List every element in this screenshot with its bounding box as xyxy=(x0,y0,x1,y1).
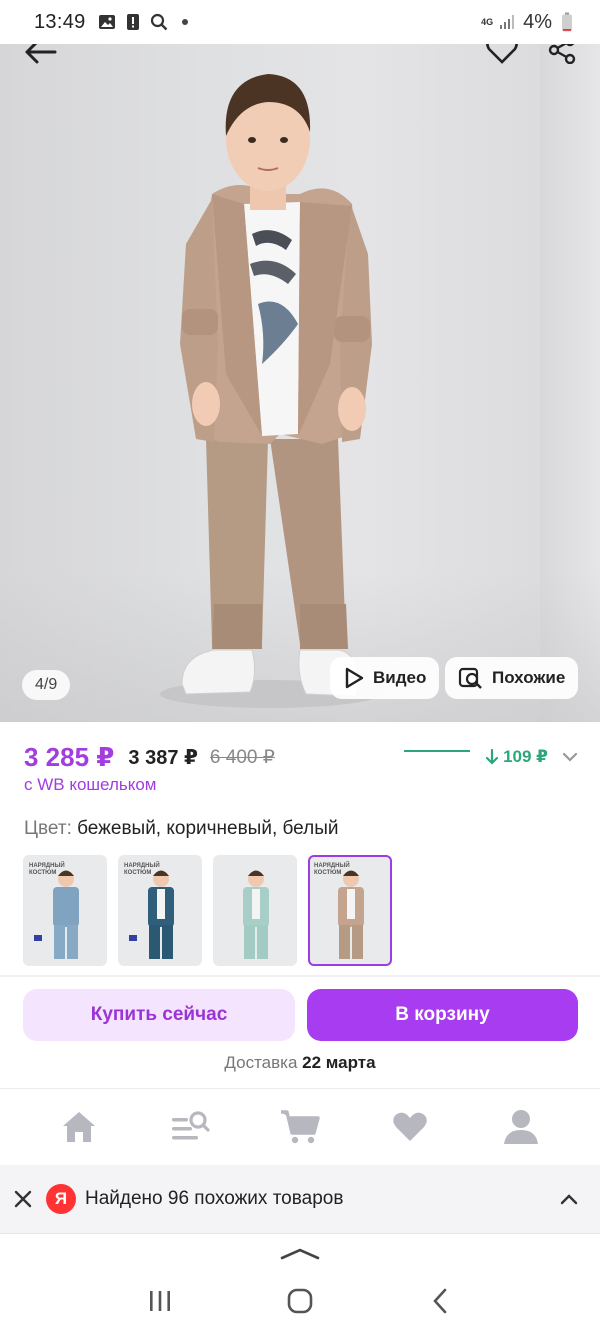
price-row: 3 285 ₽ 3 387 ₽ 6 400 ₽ 109 ₽ xyxy=(24,740,578,774)
chevron-up-icon[interactable] xyxy=(558,1188,580,1210)
profile-icon xyxy=(502,1108,540,1146)
recent-apps-icon[interactable] xyxy=(140,1286,180,1316)
nav-catalog[interactable] xyxy=(160,1102,220,1152)
product-gallery[interactable]: 4/9 Видео Похожие xyxy=(0,44,600,722)
wallet-note[interactable]: с WB кошельком xyxy=(24,775,157,795)
price-trend-line xyxy=(404,750,471,752)
home-icon xyxy=(61,1110,97,1144)
close-icon[interactable] xyxy=(14,1190,32,1208)
back-arrow-icon[interactable] xyxy=(18,44,62,74)
color-variant-blue[interactable]: НАРЯДНЫЙ КОСТЮМ xyxy=(23,855,107,966)
color-variant-navy[interactable]: НАРЯДНЫЙ КОСТЮМ xyxy=(118,855,202,966)
color-label: Цвет: xyxy=(24,818,72,839)
search-icon xyxy=(150,13,168,31)
drag-handle-icon[interactable] xyxy=(280,1246,320,1260)
color-variants: НАРЯДНЫЙ КОСТЮМ НАРЯДНЫЙ КОСТЮМ НАРЯДНЫЙ… xyxy=(23,855,392,966)
yandex-similar-banner[interactable]: Я Найдено 96 похожих товаров xyxy=(0,1165,600,1233)
system-back-icon[interactable] xyxy=(420,1286,460,1316)
share-icon[interactable] xyxy=(540,44,584,72)
yandex-logo: Я xyxy=(46,1184,76,1214)
color-line: Цвет: бежевый, коричневый, белый xyxy=(24,818,338,840)
signal-icon xyxy=(499,13,517,31)
product-photo xyxy=(160,74,380,708)
yandex-banner-text: Найдено 96 похожих товаров xyxy=(85,1188,344,1209)
bottom-nav xyxy=(0,1088,600,1165)
status-time: 13:49 xyxy=(34,10,86,33)
price-drop-value: 109 ₽ xyxy=(503,747,548,766)
play-icon xyxy=(343,666,365,690)
nav-favorites[interactable] xyxy=(380,1102,440,1152)
divider xyxy=(0,975,600,977)
color-variant-beige[interactable]: НАРЯДНЫЙ КОСТЮМ xyxy=(308,855,392,966)
status-bar: 13:49 4G 4% xyxy=(0,0,600,44)
heart-icon[interactable] xyxy=(480,44,524,72)
video-button[interactable]: Видео xyxy=(330,657,440,699)
arrow-down-icon xyxy=(486,749,499,765)
add-to-cart-button[interactable]: В корзину xyxy=(307,989,578,1041)
similar-button[interactable]: Похожие xyxy=(445,657,579,699)
system-navigation xyxy=(0,1233,600,1332)
battery-percent: 4% xyxy=(523,10,552,33)
price-old: 6 400 ₽ xyxy=(209,746,275,768)
catalog-search-icon xyxy=(170,1110,210,1144)
buy-now-button[interactable]: Купить сейчас xyxy=(23,989,295,1041)
nav-cart[interactable] xyxy=(270,1102,330,1152)
home-button-icon[interactable] xyxy=(280,1286,320,1316)
image-icon xyxy=(98,13,116,31)
delivery-date: 22 марта xyxy=(302,1053,376,1072)
price-history-toggle[interactable]: 109 ₽ xyxy=(404,747,578,767)
chevron-down-icon xyxy=(562,752,578,762)
similar-search-icon xyxy=(458,666,484,690)
gallery-pager: 4/9 xyxy=(22,670,71,700)
dot-icon xyxy=(176,13,194,31)
price-without-wallet: 3 387 ₽ xyxy=(128,746,198,769)
favorites-heart-icon xyxy=(392,1111,428,1143)
alert-icon xyxy=(124,13,142,31)
video-label: Видео xyxy=(373,668,427,687)
nav-home[interactable] xyxy=(49,1102,109,1152)
nav-profile[interactable] xyxy=(491,1102,551,1152)
battery-icon xyxy=(558,12,576,32)
price-current: 3 285 ₽ xyxy=(24,741,115,772)
similar-label: Похожие xyxy=(492,668,566,687)
color-value: бежевый, коричневый, белый xyxy=(77,818,339,839)
delivery-info: Доставка 22 марта xyxy=(0,1053,600,1073)
delivery-label: Доставка xyxy=(224,1053,298,1072)
cart-icon xyxy=(279,1109,321,1145)
color-variant-mint[interactable] xyxy=(213,855,297,966)
network-type: 4G xyxy=(481,16,494,27)
